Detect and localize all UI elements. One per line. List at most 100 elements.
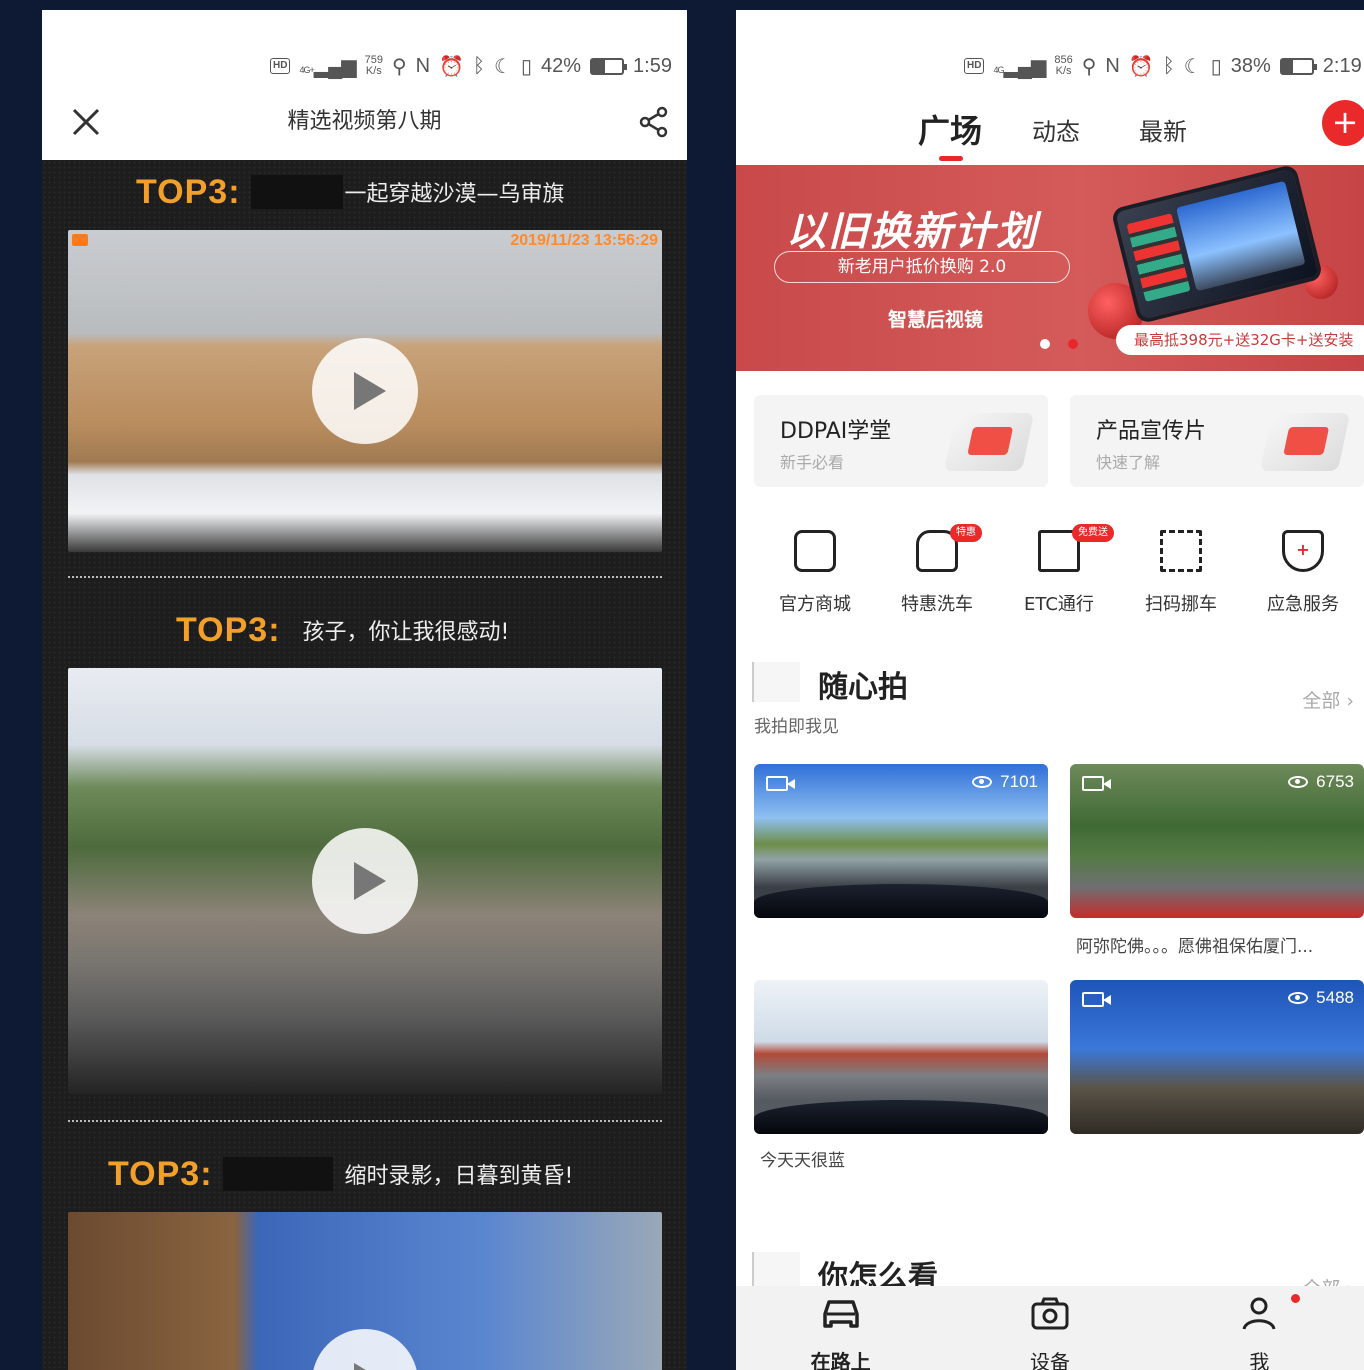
tab-updates[interactable]: 动态: [1032, 112, 1080, 147]
moon-icon: ☾: [1183, 55, 1202, 78]
view-count: 7101: [972, 772, 1038, 792]
view-count: 5488: [1288, 988, 1354, 1008]
eye-icon: [1288, 776, 1309, 788]
video-camera-icon: [1082, 992, 1111, 1007]
carousel-dot[interactable]: [1040, 339, 1050, 349]
video-thumbnail[interactable]: 6753: [1070, 764, 1364, 918]
play-button[interactable]: [312, 1329, 418, 1370]
tab-square[interactable]: 广场: [918, 106, 982, 152]
nfc-icon: N: [415, 54, 431, 77]
video-feed: TOP3: 一起穿越沙漠—乌审旗 2019/11/23 13:56:29 TOP…: [42, 160, 687, 1370]
carousel-dots: [1040, 339, 1078, 349]
battery-percent: 42%: [540, 54, 582, 77]
person-icon: [1242, 1297, 1276, 1330]
signal-icon: 4G▂▄▆: [993, 55, 1046, 78]
card-academy[interactable]: DDPAI学堂 新手必看: [754, 395, 1048, 487]
service-label: ETC通行: [1024, 594, 1094, 615]
notification-dot: [1290, 1294, 1300, 1303]
nav-device[interactable]: 设备: [945, 1286, 1154, 1370]
divider: [68, 576, 662, 578]
rank-label: TOP3:: [136, 172, 241, 211]
antenna-icon: ⚲: [392, 55, 407, 78]
hd-icon: HD: [270, 58, 291, 74]
video-thumbnail[interactable]: 7101: [754, 764, 1048, 918]
dashboard: [754, 884, 1048, 918]
service-label: 扫码挪车: [1145, 594, 1217, 615]
vibrate-icon: ▯: [520, 55, 532, 78]
status-bar: HD 4G+▂▄▆ 759 K/s ⚲ N ⏰ ᛒ ☾ ▯ 42% 1:59: [270, 48, 672, 84]
share-icon[interactable]: [638, 106, 670, 138]
nav-label: 我: [1249, 1350, 1270, 1370]
bottom-nav: 在路上 设备 我: [736, 1286, 1364, 1370]
add-button[interactable]: +: [1322, 100, 1364, 146]
eye-icon: [972, 776, 993, 788]
play-button[interactable]: [312, 828, 418, 934]
alarm-icon: ⏰: [439, 55, 465, 78]
video-timestamp: 2019/11/23 13:56:29: [510, 232, 658, 249]
left-phone-screen: HD 4G+▂▄▆ 759 K/s ⚲ N ⏰ ᛒ ☾ ▯ 42% 1:59 精选…: [42, 10, 687, 1370]
promo-banner[interactable]: 以旧换新计划 新老用户抵价换购 2.0 智慧后视镜 最高抵398元+送32G卡+…: [736, 165, 1364, 371]
nav-me[interactable]: 我: [1155, 1286, 1364, 1370]
section-marker: [752, 662, 800, 702]
dashboard: [754, 1100, 1048, 1134]
network-speed: 856 K/s: [1054, 54, 1073, 77]
video-camera-icon: [766, 776, 795, 791]
moon-icon: ☾: [494, 55, 512, 78]
shield-plus-icon: +: [1282, 530, 1324, 572]
banner-headline: 以旧换新计划: [786, 209, 1038, 255]
clock: 1:59: [633, 54, 672, 77]
service-badge: 特惠: [950, 524, 982, 542]
video-caption: 阿弥陀佛。。。愿佛祖保佑厦门...: [1076, 937, 1314, 957]
card-subtitle: 新手必看: [780, 453, 845, 472]
tutorial-icon: [943, 413, 1035, 471]
entry-caption: 孩子，你让我很感动!: [302, 620, 510, 645]
card-title: 产品宣传片: [1096, 419, 1207, 444]
redacted-username: [250, 175, 343, 209]
hd-icon: HD: [964, 58, 985, 74]
video-player[interactable]: [68, 668, 662, 1094]
page-title: 精选视频第八期: [287, 109, 442, 134]
play-button[interactable]: [312, 338, 418, 444]
video-camera-icon: [1082, 776, 1111, 791]
tab-latest[interactable]: 最新: [1139, 112, 1187, 147]
video-thumbnail[interactable]: 5488: [1070, 980, 1364, 1134]
redacted-username: [222, 1157, 333, 1191]
video-header: HD 4G+▂▄▆ 759 K/s ⚲ N ⏰ ᛒ ☾ ▯ 42% 1:59 精选…: [42, 10, 687, 160]
service-etc[interactable]: 免费送 ETC通行: [998, 524, 1120, 620]
network-speed: 759 K/s: [364, 54, 384, 77]
banner-pill: 新老用户抵价换购 2.0: [774, 251, 1070, 283]
service-label: 官方商城: [779, 594, 851, 615]
bluetooth-icon: ᛒ: [1162, 54, 1175, 77]
section-title: 随心拍: [818, 670, 908, 705]
vibrate-icon: ▯: [1210, 55, 1222, 78]
divider: [68, 1120, 662, 1122]
entry-header: TOP3: 一起穿越沙漠—乌审旗: [42, 172, 687, 212]
video-player[interactable]: 2019/11/23 13:56:29: [68, 230, 662, 552]
battery-percent: 38%: [1230, 54, 1271, 77]
service-grid: 官方商城 特惠 特惠洗车 免费送 ETC通行 扫码挪车 + 应急服务: [754, 524, 1364, 620]
view-all-link[interactable]: 全部 ›: [1302, 686, 1354, 713]
card-promo-video[interactable]: 产品宣传片 快速了解: [1070, 395, 1364, 487]
active-tab-indicator: [939, 156, 963, 161]
alarm-icon: ⏰: [1128, 55, 1154, 78]
video-thumbnail[interactable]: [754, 980, 1048, 1134]
service-emergency[interactable]: + 应急服务: [1242, 530, 1364, 620]
video-player[interactable]: [68, 1212, 662, 1370]
section-subtitle: 我拍即我见: [754, 717, 839, 737]
plus-icon: +: [1331, 103, 1359, 141]
card-title: DDPAI学堂: [780, 419, 892, 444]
nfc-icon: N: [1105, 54, 1120, 77]
battery-fill: [592, 59, 605, 73]
carousel-dot-active[interactable]: [1068, 339, 1078, 349]
service-scan-move-car[interactable]: 扫码挪车: [1120, 530, 1242, 620]
card-subtitle: 快速了解: [1096, 453, 1161, 472]
nav-on-road[interactable]: 在路上: [736, 1286, 945, 1370]
qr-code-icon: [1160, 530, 1202, 572]
service-store[interactable]: 官方商城: [754, 530, 876, 620]
service-car-wash[interactable]: 特惠 特惠洗车: [876, 524, 998, 620]
rank-label: TOP3:: [176, 610, 281, 649]
car-front-icon: [822, 1300, 859, 1328]
entry-header: TOP3: 缩时录影，日暮到黄昏!: [42, 1154, 687, 1194]
banner-subtitle: 智慧后视镜: [888, 309, 984, 331]
view-count: 6753: [1288, 772, 1354, 792]
